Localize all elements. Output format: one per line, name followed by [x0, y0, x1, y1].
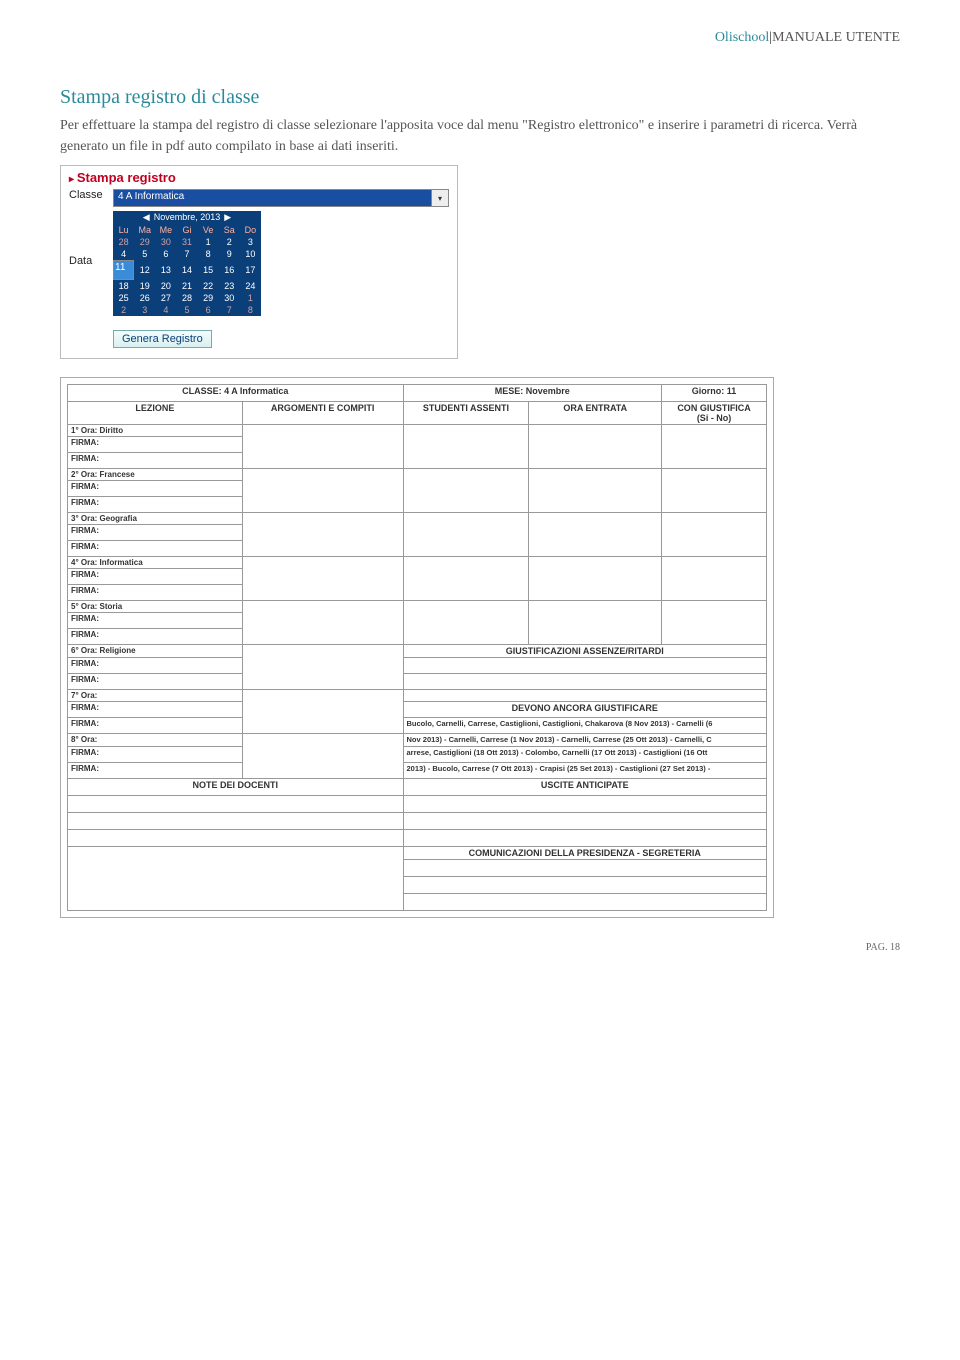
page-header: Olischool|MANUALE UTENTE [60, 30, 900, 46]
brand: Olischool [715, 30, 769, 45]
chevron-down-icon[interactable]: ▾ [431, 190, 448, 206]
comunicazioni-title: COMUNICAZIONI DELLA PRESIDENZA - SEGRETE… [403, 847, 766, 860]
stampa-registro-panel: Stampa registro Classe 4 A Informatica ▾… [60, 165, 458, 359]
panel-title: Stampa registro [69, 170, 449, 185]
class-select[interactable]: 4 A Informatica ▾ [113, 189, 449, 207]
lez-3: 3° Ora: Geografia [68, 513, 243, 525]
class-select-value: 4 A Informatica [114, 190, 431, 206]
hdr-classe: CLASSE: 4 A Informatica [68, 385, 404, 402]
devono-title: DEVONO ANCORA GIUSTIFICARE [403, 702, 766, 718]
lez-5: 5° Ora: Storia [68, 601, 243, 613]
devono-line-2: arrese, Castiglioni (18 Ott 2013) - Colo… [403, 747, 766, 763]
page-footer: PAG. 18 [60, 942, 900, 953]
hdr-giorno: Giorno: 11 [662, 385, 767, 402]
uscite-title: USCITE ANTICIPATE [403, 779, 766, 796]
firma: FIRMA: [68, 453, 243, 469]
class-label: Classe [69, 189, 107, 201]
manual-title: MANUALE UTENTE [772, 30, 900, 45]
cal-prev-icon[interactable]: ◀ [139, 212, 154, 222]
cal-next-icon[interactable]: ▶ [220, 212, 235, 222]
note-docenti-title: NOTE DEI DOCENTI [68, 779, 404, 796]
devono-line-1: Nov 2013) - Carnelli, Carrese (1 Nov 201… [403, 734, 766, 747]
lez-7: 7° Ora: [68, 690, 243, 702]
lez-1: 1° Ora: Diritto [68, 425, 243, 437]
firma: FIRMA: [68, 437, 243, 453]
generate-register-button[interactable]: Genera Registro [113, 330, 212, 348]
cal-month: Novembre, 2013 [154, 212, 221, 222]
lez-6: 6° Ora: Religione [68, 645, 243, 658]
section-title: Stampa registro di classe [60, 86, 900, 109]
hdr-mese: MESE: Novembre [403, 385, 662, 402]
section-body: Per effettuare la stampa del registro di… [60, 115, 900, 157]
lez-4: 4° Ora: Informatica [68, 557, 243, 569]
devono-line-0: Bucolo, Carnelli, Carrese, Castiglioni, … [403, 718, 766, 734]
register-output: CLASSE: 4 A Informatica MESE: Novembre G… [60, 377, 774, 918]
col-ora-entrata: ORA ENTRATA [529, 402, 662, 425]
lez-8: 8° Ora: [68, 734, 243, 747]
date-label: Data [69, 211, 107, 267]
col-lezione: LEZIONE [68, 402, 243, 425]
lez-2: 2° Ora: Francese [68, 469, 243, 481]
giust-title: GIUSTIFICAZIONI ASSENZE/RITARDI [403, 645, 766, 658]
col-argomenti: ARGOMENTI E COMPITI [242, 402, 403, 425]
cal-days-header: LuMaMeGiVeSaDo [113, 224, 261, 236]
col-giustifica: CON GIUSTIFICA(Si - No) [662, 402, 767, 425]
col-assenti: STUDENTI ASSENTI [403, 402, 529, 425]
devono-line-3: 2013) - Bucolo, Carrese (7 Ott 2013) - C… [403, 763, 766, 779]
calendar[interactable]: ◀Novembre, 2013▶ LuMaMeGiVeSaDo 28293031… [113, 211, 261, 316]
